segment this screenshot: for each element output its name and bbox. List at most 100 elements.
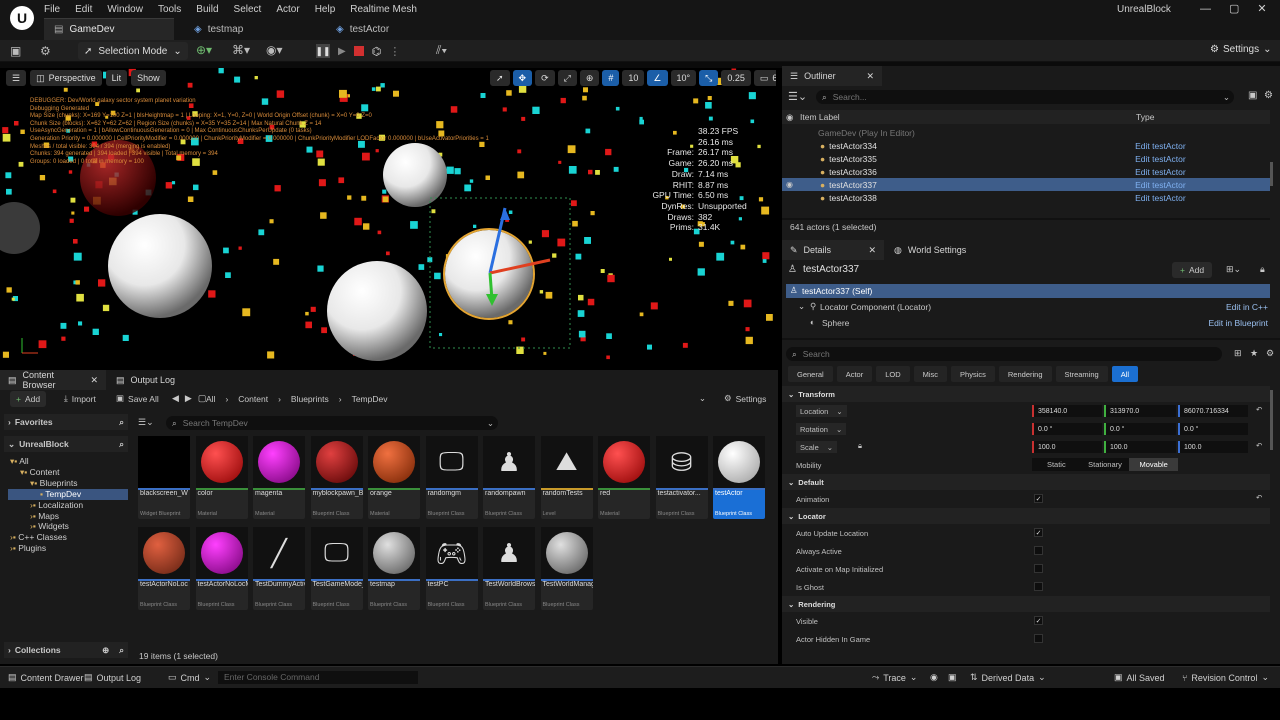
snapshot-icon[interactable]: ▣	[948, 672, 957, 683]
edit-actor-link[interactable]: Edit testActor	[1135, 167, 1186, 177]
outliner-row[interactable]: ● testActor338 Edit testActor	[782, 191, 1270, 204]
filter-tab-streaming[interactable]: Streaming	[1055, 366, 1108, 382]
tree-item-tempdev[interactable]: ▪ TempDev	[8, 488, 128, 500]
asset-tile[interactable]: ⛁ testactivator... Blueprint Class	[655, 436, 708, 519]
add-collection-icon[interactable]: ⊕	[102, 645, 109, 656]
asset-tile[interactable]: red Material	[598, 436, 650, 519]
content-drawer-button[interactable]: ▤ Content Drawer	[8, 672, 84, 683]
edit-actor-link[interactable]: Edit testActor	[1135, 180, 1186, 190]
tree-item-cpp[interactable]: ›▪ C++ Classes	[8, 532, 128, 543]
trace-button[interactable]: ⤳ Trace ⌄	[872, 672, 917, 683]
tree-item-all[interactable]: ▾▪ All	[8, 456, 128, 467]
asset-tile[interactable]: testActorNoLocMeshRoot Blueprint Class	[195, 527, 248, 610]
breadcrumb-blueprints[interactable]: Blueprints	[291, 394, 329, 404]
revision-control-button[interactable]: ⑂ Revision Control ⌄	[1182, 672, 1269, 683]
mobility-static[interactable]: Static	[1032, 458, 1081, 471]
add-actor-icon[interactable]: ⊕▾	[196, 43, 212, 57]
mobility-stationary[interactable]: Stationary	[1081, 458, 1130, 471]
add-component-button[interactable]: + Add	[1172, 262, 1213, 278]
source-control-icon[interactable]: ⚙	[40, 44, 51, 58]
outliner-row[interactable]: ● testActor334 Edit testActor	[782, 139, 1270, 152]
actor-name[interactable]: testActor337	[803, 264, 859, 275]
filter-tab-lod[interactable]: LOD	[876, 366, 910, 382]
animation-checkbox[interactable]: ✓	[1034, 494, 1043, 503]
tree-item-localization[interactable]: ›▪ Localization	[8, 500, 128, 511]
record-icon[interactable]: ◉	[930, 672, 938, 683]
edit-actor-link[interactable]: Edit testActor	[1135, 141, 1186, 151]
project-header[interactable]: ⌄ UnrealBlock ⌕	[4, 436, 128, 452]
auto-update-checkbox[interactable]: ✓	[1034, 528, 1043, 537]
menu-tools[interactable]: Tools	[158, 4, 181, 15]
menu-edit[interactable]: Edit	[75, 4, 92, 15]
asset-tile[interactable]: magenta Material	[253, 436, 305, 519]
gear-icon[interactable]: ⚙	[1266, 348, 1274, 359]
import-button[interactable]: ⤓ Import	[64, 393, 96, 404]
grid-snap-button[interactable]: #	[602, 70, 620, 86]
selection-mode-dropdown[interactable]: ➚ Selection Mode ⌄	[78, 42, 188, 60]
tab-testmap[interactable]: ◈ testmap	[184, 18, 314, 40]
section-locator[interactable]: ⌄ Locator	[782, 508, 1270, 524]
hidden-in-game-checkbox[interactable]	[1034, 634, 1043, 643]
outliner-row[interactable]: ● testActor336 Edit testActor	[782, 165, 1270, 178]
asset-tile[interactable]: ♟ TestWorldBrowserPawn Blueprint Class	[483, 527, 535, 610]
star-icon[interactable]: ★	[1250, 348, 1258, 359]
search-icon[interactable]: ⌕	[119, 417, 124, 428]
blueprint-options-icon[interactable]: ⊞⌄	[1226, 264, 1241, 275]
activate-on-map-checkbox[interactable]	[1034, 564, 1043, 573]
tab-output-log[interactable]: ▤ Output Log	[108, 370, 184, 390]
close-icon[interactable]: ✕	[1257, 2, 1266, 15]
section-transform[interactable]: ⌄ Transform	[782, 386, 1270, 402]
tab-world-settings[interactable]: ◍ World Settings	[886, 240, 976, 260]
grid-snap-value[interactable]: 10	[622, 70, 645, 86]
maximize-icon[interactable]: ▢	[1229, 2, 1239, 15]
rotation-z-field[interactable]: 0.0 °	[1178, 423, 1248, 435]
col-type[interactable]: Type	[1136, 112, 1154, 122]
lit-button[interactable]: Lit	[105, 70, 128, 86]
stop-icon[interactable]	[353, 46, 364, 56]
tree-item-plugins[interactable]: ›▪ Plugins	[8, 543, 128, 554]
rotation-x-field[interactable]: 0.0 °	[1032, 423, 1102, 435]
edit-actor-link[interactable]: Edit testActor	[1135, 193, 1186, 203]
eye-icon[interactable]: ◉	[786, 112, 800, 123]
asset-tile[interactable]: ♟ randompawn Blueprint Class	[483, 436, 535, 519]
settings-button[interactable]: ⚙ Settings ⌄	[1210, 44, 1272, 55]
details-scrollbar[interactable]	[1270, 390, 1273, 450]
col-item-label[interactable]: Item Label	[800, 112, 840, 122]
chevron-down-icon[interactable]: ⌄	[699, 393, 706, 404]
rotation-snap-button[interactable]: ∠	[647, 70, 668, 86]
close-icon[interactable]: ✕	[90, 375, 98, 386]
translate-tool-icon[interactable]: ✥	[512, 70, 533, 86]
save-icon[interactable]: ▣	[10, 44, 21, 58]
scale-x-field[interactable]: 100.0	[1032, 441, 1102, 453]
asset-tile[interactable]: testmap Blueprint Class	[368, 527, 420, 610]
outliner-filter[interactable]: ☰⌄	[788, 90, 807, 103]
location-y-field[interactable]: 313970.0	[1104, 405, 1176, 417]
menu-window[interactable]: Window	[107, 4, 143, 15]
component-row-sphere[interactable]: ◐ Sphere Edit in Blueprint	[786, 316, 1270, 330]
asset-tile[interactable]: testActor Blueprint Class	[713, 436, 765, 519]
mobility-movable[interactable]: Movable	[1129, 458, 1179, 471]
tree-item-content[interactable]: ▾▪ Content	[8, 467, 128, 478]
scale-dropdown[interactable]: Scale ⌄	[796, 441, 838, 453]
tree-item-maps[interactable]: ›▪ Maps	[8, 511, 128, 522]
cb-settings-button[interactable]: ⚙ Settings	[724, 393, 766, 404]
save-all-button[interactable]: ▣ Save All	[116, 393, 159, 404]
component-row-locator[interactable]: ⌄ ⚲ Locator Component (Locator) Edit in …	[786, 300, 1270, 314]
visible-checkbox[interactable]: ✓	[1034, 616, 1043, 625]
show-button[interactable]: Show	[131, 70, 166, 86]
always-active-checkbox[interactable]	[1034, 546, 1043, 555]
scale-tool-icon[interactable]: ⤢	[557, 70, 577, 86]
back-icon[interactable]: ◀	[172, 393, 179, 404]
tab-outliner[interactable]: ☰ Outliner ✕	[782, 66, 882, 86]
blueprints-icon[interactable]: ⌘▾	[232, 43, 250, 57]
derived-data-button[interactable]: ⇅ Derived Data ⌄	[970, 672, 1046, 683]
asset-tile[interactable]: ╱ TestDummyActivator Blueprint Class	[253, 527, 305, 610]
outliner-parent-row[interactable]: GameDev (Play In Editor)	[782, 126, 1270, 139]
edit-in-cpp-link[interactable]: Edit in C++	[1226, 302, 1268, 312]
add-button[interactable]: + Add	[10, 391, 47, 407]
collections-header[interactable]: › Collections ⊕ ⌕	[4, 642, 128, 658]
output-log-button[interactable]: ▤ Output Log	[84, 672, 141, 683]
more-icon[interactable]: ⋮	[389, 45, 400, 58]
asset-tile[interactable]: blackscreen_W Widget Blueprint	[138, 436, 190, 519]
all-saved-button[interactable]: ▣ All Saved	[1114, 672, 1165, 683]
